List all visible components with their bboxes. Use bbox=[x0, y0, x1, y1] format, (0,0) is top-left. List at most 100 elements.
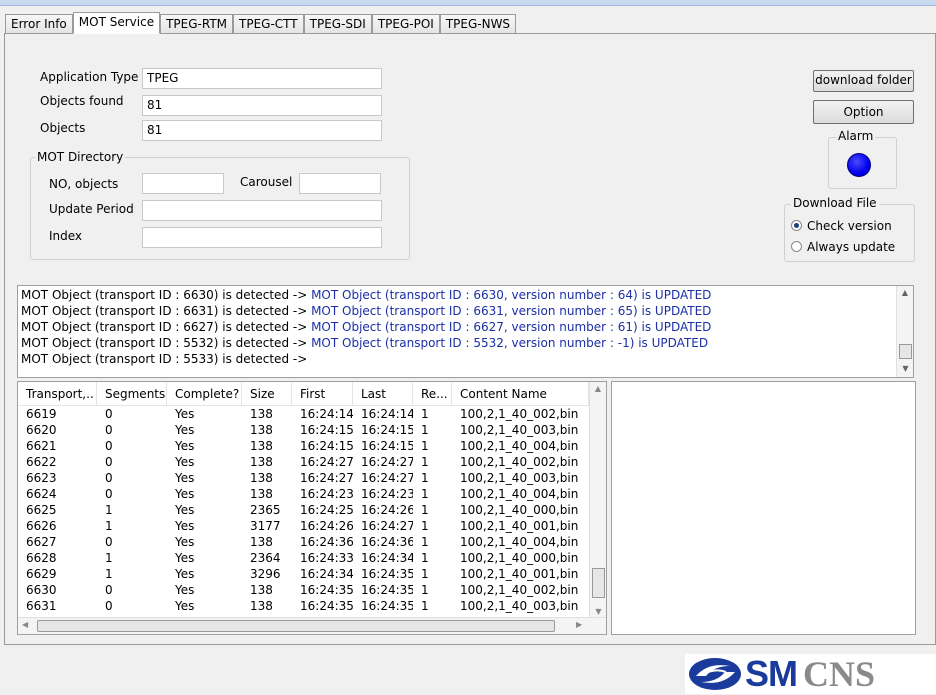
table-cell: 100,2,1_40_003,bin bbox=[460, 599, 579, 613]
table-row[interactable]: 6619 0 Yes 138 16:24:14 16:24:14 1 100,2,1_40_0… bbox=[18, 406, 606, 422]
table-cell: 138 bbox=[250, 487, 273, 501]
table-row[interactable]: 6624 0 Yes 138 16:24:23 16:24:23 1 100,2,1_40_0… bbox=[18, 486, 606, 502]
table-cell: Yes bbox=[175, 503, 195, 517]
table-hscroll-thumb[interactable] bbox=[37, 620, 555, 632]
check-version-radio[interactable]: Check version bbox=[791, 219, 892, 233]
table-cell: 1 bbox=[421, 535, 429, 549]
column-header[interactable]: Size bbox=[242, 382, 292, 405]
scroll-right-icon[interactable]: ▶ bbox=[576, 620, 582, 629]
table-row[interactable]: 6630 0 Yes 138 16:24:35 16:24:35 1 100,2,1_40_0… bbox=[18, 582, 606, 598]
table-row[interactable]: 6629 1 Yes 3296 16:24:34 16:24:35 1 100,2,1_40_… bbox=[18, 566, 606, 582]
table-cell: 0 bbox=[105, 455, 113, 469]
table-row[interactable]: 6623 0 Yes 138 16:24:27 16:24:27 1 100,2,1_40_0… bbox=[18, 470, 606, 486]
column-header[interactable]: Segments bbox=[97, 382, 167, 405]
log-line: MOT Object (transport ID : 6631) is dete… bbox=[21, 303, 910, 319]
table-cell: 1 bbox=[421, 567, 429, 581]
table-vscroll-thumb[interactable] bbox=[592, 568, 605, 598]
table-row[interactable]: 6628 1 Yes 2364 16:24:33 16:24:34 1 100,2,1_40_… bbox=[18, 550, 606, 566]
always-update-label: Always update bbox=[807, 240, 896, 254]
table-cell: 6626 bbox=[26, 519, 57, 533]
objects-found-label: Objects found bbox=[40, 94, 124, 108]
table-row[interactable]: 6622 0 Yes 138 16:24:27 16:24:27 1 100,2,1_40_0… bbox=[18, 454, 606, 470]
table-vertical-scrollbar[interactable]: ▲ ▼ bbox=[589, 382, 606, 618]
log-textbox[interactable]: MOT Object (transport ID : 6630) is dete… bbox=[17, 285, 914, 378]
tab-error-info[interactable]: Error Info bbox=[5, 14, 73, 34]
log-updated-text: MOT Object (transport ID : 6627, version… bbox=[311, 320, 712, 334]
table-cell: Yes bbox=[175, 407, 195, 421]
table-cell: Yes bbox=[175, 455, 195, 469]
table-cell: 16:24:25 bbox=[300, 503, 353, 517]
column-header[interactable]: First bbox=[292, 382, 353, 405]
table-row[interactable]: 6626 1 Yes 3177 16:24:26 16:24:27 1 100,2,1_40_… bbox=[18, 518, 606, 534]
table-cell: 1 bbox=[421, 519, 429, 533]
table-row[interactable]: 6631 0 Yes 138 16:24:35 16:24:35 1 100,2,1_40_0… bbox=[18, 598, 606, 614]
table-cell: 16:24:35 bbox=[300, 583, 353, 597]
table-body: 6619 0 Yes 138 16:24:14 16:24:14 1 100,2,1_40_0… bbox=[18, 406, 606, 614]
table-cell: 1 bbox=[105, 503, 113, 517]
column-header[interactable]: Complete? bbox=[167, 382, 242, 405]
column-header[interactable]: Content Name bbox=[452, 382, 589, 405]
scroll-down-icon[interactable]: ▼ bbox=[897, 361, 914, 377]
table-cell: 100,2,1_40_004,bin bbox=[460, 439, 579, 453]
update-period-label: Update Period bbox=[49, 202, 134, 216]
table-cell: 16:24:34 bbox=[300, 567, 353, 581]
table-cell: 0 bbox=[105, 423, 113, 437]
table-row[interactable]: 6620 0 Yes 138 16:24:15 16:24:15 1 100,2,1_40_0… bbox=[18, 422, 606, 438]
carousel-field[interactable] bbox=[299, 173, 381, 194]
no-objects-field[interactable] bbox=[142, 173, 224, 194]
radio-unselected-icon bbox=[791, 241, 802, 252]
log-vertical-scrollbar[interactable]: ▲ ▼ bbox=[896, 286, 913, 377]
index-label: Index bbox=[49, 229, 83, 243]
objects-field[interactable]: 81 bbox=[142, 120, 382, 141]
download-folder-button[interactable]: download folder bbox=[813, 70, 914, 92]
tab-mot-service[interactable]: MOT Service bbox=[72, 12, 161, 34]
column-header[interactable]: Transport,.. bbox=[18, 382, 97, 405]
table-cell: 16:24:15 bbox=[300, 423, 353, 437]
always-update-radio[interactable]: Always update bbox=[791, 240, 895, 254]
table-cell: 6623 bbox=[26, 471, 57, 485]
table-cell: Yes bbox=[175, 487, 195, 501]
table-cell: 100,2,1_40_003,bin bbox=[460, 471, 579, 485]
tab-tpeg-rtm[interactable]: TPEG-RTM bbox=[160, 14, 234, 34]
objects-label: Objects bbox=[40, 121, 86, 135]
log-updated-text: MOT Object (transport ID : 6630, version… bbox=[311, 288, 712, 302]
table-cell: 16:24:27 bbox=[361, 519, 413, 533]
table-cell: 2365 bbox=[250, 503, 281, 517]
table-cell: 100,2,1_40_002,bin bbox=[460, 407, 579, 421]
option-button[interactable]: Option bbox=[813, 100, 914, 124]
table-cell: 3177 bbox=[250, 519, 281, 533]
scroll-left-icon[interactable]: ◀ bbox=[22, 620, 28, 629]
scroll-down-icon[interactable]: ▼ bbox=[590, 607, 607, 616]
table-horizontal-scrollbar[interactable]: ◀ ▶ bbox=[18, 617, 606, 634]
index-field[interactable] bbox=[142, 227, 382, 248]
application-type-label: Application Type bbox=[40, 70, 139, 84]
tab-tpeg-ctt[interactable]: TPEG-CTT bbox=[233, 14, 304, 34]
table-cell: 16:24:26 bbox=[300, 519, 353, 533]
scroll-up-icon[interactable]: ▲ bbox=[590, 382, 606, 396]
tab-tpeg-poi[interactable]: TPEG-POI bbox=[371, 14, 440, 34]
table-cell: Yes bbox=[175, 535, 195, 549]
update-period-field[interactable] bbox=[142, 200, 382, 221]
tab-tpeg-nws[interactable]: TPEG-NWS bbox=[439, 14, 517, 34]
table-cell: 138 bbox=[250, 423, 273, 437]
table-cell: 0 bbox=[105, 407, 113, 421]
tab-tpeg-sdi[interactable]: TPEG-SDI bbox=[303, 14, 372, 34]
log-line: MOT Object (transport ID : 6627) is dete… bbox=[21, 319, 910, 335]
table-row[interactable]: 6621 0 Yes 138 16:24:15 16:24:15 1 100,2,1_40_0… bbox=[18, 438, 606, 454]
table-cell: 138 bbox=[250, 599, 273, 613]
column-header[interactable]: Re... bbox=[413, 382, 452, 405]
objects-found-field[interactable]: 81 bbox=[142, 95, 382, 116]
table-cell: 1 bbox=[105, 551, 113, 565]
application-type-field[interactable]: TPEG bbox=[142, 68, 382, 89]
table-cell: 6624 bbox=[26, 487, 57, 501]
table-cell: 16:24:35 bbox=[361, 583, 413, 597]
scroll-up-icon[interactable]: ▲ bbox=[897, 286, 913, 300]
table-cell: 16:24:34 bbox=[361, 551, 413, 565]
table-cell: 16:24:15 bbox=[361, 439, 413, 453]
table-header: Transport,.. Segments Complete? Size First La… bbox=[18, 382, 606, 406]
log-scroll-thumb[interactable] bbox=[899, 344, 912, 359]
table-row[interactable]: 6627 0 Yes 138 16:24:36 16:24:36 1 100,2,1_40_0… bbox=[18, 534, 606, 550]
column-header[interactable]: Last bbox=[353, 382, 413, 405]
table-row[interactable]: 6625 1 Yes 2365 16:24:25 16:24:26 1 100,2,1_40_… bbox=[18, 502, 606, 518]
log-lines: MOT Object (transport ID : 6630) is dete… bbox=[21, 287, 910, 367]
